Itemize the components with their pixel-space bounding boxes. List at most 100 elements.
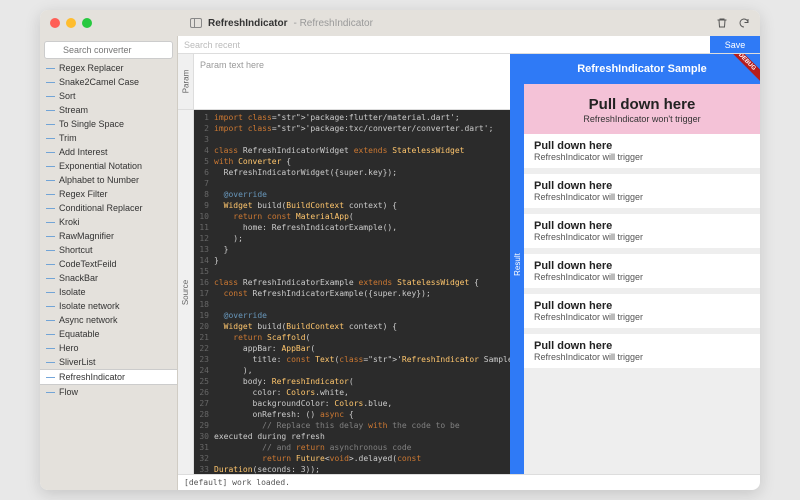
sidebar-item-label: Flow [59,387,78,397]
sidebar-item-label: Conditional Replacer [59,203,143,213]
sidebar-item-label: Add Interest [59,147,108,157]
sidebar-item-label: SnackBar [59,273,98,283]
list-item-sub: RefreshIndicator will trigger [534,272,750,282]
list-item-title: Pull down here [534,220,750,232]
header-sub: RefreshIndicator won't trigger [528,114,756,124]
sidebar-item-label: Regex Replacer [59,63,124,73]
sidebar-item[interactable]: —Add Interest [40,145,177,159]
zoom-dot[interactable] [82,18,92,28]
sidebar-item-label: Alphabet to Number [59,175,139,185]
code-editor[interactable]: 1234567891011121314151617181920212223242… [194,110,510,474]
sidebar-item[interactable]: — Isolate [40,285,177,299]
sidebar-item-label: Isolate network [59,301,120,311]
list-item-title: Pull down here [534,260,750,272]
refresh-icon[interactable] [738,17,750,29]
dash-icon: — [46,175,55,185]
sidebar-item[interactable]: — Alphabet to Number [40,173,177,187]
dash-icon: — [46,133,55,143]
list-item[interactable]: Pull down hereRefreshIndicator will trig… [524,134,760,168]
sidebar-item[interactable]: —Regex Replacer [40,61,177,75]
dash-icon: — [46,119,55,129]
flutter-preview: RefreshIndicator Sample DEBUG Pull down … [524,54,760,474]
scroll-list[interactable]: Pull down hereRefreshIndicator will trig… [524,134,760,474]
sidebar-item[interactable]: — Sort [40,89,177,103]
header-card: Pull down here RefreshIndicator won't tr… [524,84,760,134]
dash-icon: — [46,231,55,241]
main-area: Search recent Save Param Param text here… [178,36,760,490]
sidebar-item-label: Kroki [59,217,80,227]
sidebar-item-label: Trim [59,133,77,143]
search-recent-input[interactable]: Search recent [178,36,710,53]
param-textarea[interactable]: Param text here [194,54,510,109]
dash-icon: — [46,315,55,325]
list-item-title: Pull down here [534,180,750,192]
sidebar-item[interactable]: —Hero [40,341,177,355]
sidebar-toggle-icon[interactable] [190,18,202,28]
dash-icon: — [46,287,55,297]
source-label: Source [181,279,190,304]
list-item[interactable]: Pull down hereRefreshIndicator will trig… [524,214,760,248]
sidebar-item-label: RefreshIndicator [59,372,125,382]
list-item[interactable]: Pull down hereRefreshIndicator will trig… [524,334,760,368]
sidebar-item-label: Snake2Camel Case [59,77,139,87]
dash-icon: — [46,77,55,87]
list-item-sub: RefreshIndicator will trigger [534,232,750,242]
sidebar-item[interactable]: —Regex Filter [40,187,177,201]
status-bar: [default] work loaded. [178,474,760,490]
trash-icon[interactable] [716,17,728,29]
appbar-title: RefreshIndicator Sample [577,63,707,75]
sidebar-item[interactable]: — Kroki [40,215,177,229]
sidebar-item[interactable]: —Exponential Notation [40,159,177,173]
dash-icon: — [46,105,55,115]
save-button[interactable]: Save [710,36,760,53]
list-item[interactable]: Pull down hereRefreshIndicator will trig… [524,174,760,208]
header-title: Pull down here [528,96,756,113]
sidebar-item[interactable]: —Conditional Replacer [40,201,177,215]
sidebar-item[interactable]: —Shortcut [40,243,177,257]
list-item[interactable]: Pull down hereRefreshIndicator will trig… [524,254,760,288]
list-item-sub: RefreshIndicator will trigger [534,312,750,322]
sidebar-item[interactable]: — SnackBar [40,271,177,285]
sidebar-item-label: SliverList [59,357,96,367]
sidebar-item[interactable]: — Snake2Camel Case [40,75,177,89]
dash-icon: — [46,357,55,367]
dash-icon: — [46,329,55,339]
sidebar-item[interactable]: — Flow [40,385,177,399]
dash-icon: — [46,217,55,227]
sidebar-item-label: Stream [59,105,88,115]
sidebar-item[interactable]: — Trim [40,131,177,145]
app-window: RefreshIndicator - RefreshIndicator —Reg… [40,10,760,490]
list-item-sub: RefreshIndicator will trigger [534,152,750,162]
dash-icon: — [46,387,55,397]
sidebar-item[interactable]: —CodeTextFeild [40,257,177,271]
search-input[interactable] [44,41,173,59]
debug-banner: DEBUG [726,54,760,88]
sidebar-item[interactable]: —Equatable [40,327,177,341]
minimize-dot[interactable] [66,18,76,28]
sidebar-item-label: To Single Space [59,119,124,129]
window-title: RefreshIndicator [208,18,287,29]
list-item[interactable]: Pull down hereRefreshIndicator will trig… [524,294,760,328]
sidebar-item[interactable]: —Async network [40,313,177,327]
close-dot[interactable] [50,18,60,28]
sidebar-item-label: Hero [59,343,79,353]
dash-icon: — [46,372,55,382]
list-item-sub: RefreshIndicator will trigger [534,192,750,202]
list-item-sub: RefreshIndicator will trigger [534,352,750,362]
sidebar-item[interactable]: —RawMagnifier [40,229,177,243]
appbar: RefreshIndicator Sample [524,54,760,84]
list-item-title: Pull down here [534,340,750,352]
dash-icon: — [46,301,55,311]
sidebar-item-label: Sort [59,91,76,101]
sidebar-item[interactable]: — Isolate network [40,299,177,313]
sidebar-item-label: Isolate [59,287,86,297]
param-section: Param Param text here [178,54,510,110]
dash-icon: — [46,91,55,101]
result-panel: Result RefreshIndicator Sample DEBUG Pul… [510,54,760,474]
dash-icon: — [46,273,55,283]
sidebar-item[interactable]: — SliverList [40,355,177,369]
sidebar-item[interactable]: — To Single Space [40,117,177,131]
sidebar-item[interactable]: — RefreshIndicator [40,369,177,385]
dash-icon: — [46,245,55,255]
sidebar-item[interactable]: — Stream [40,103,177,117]
